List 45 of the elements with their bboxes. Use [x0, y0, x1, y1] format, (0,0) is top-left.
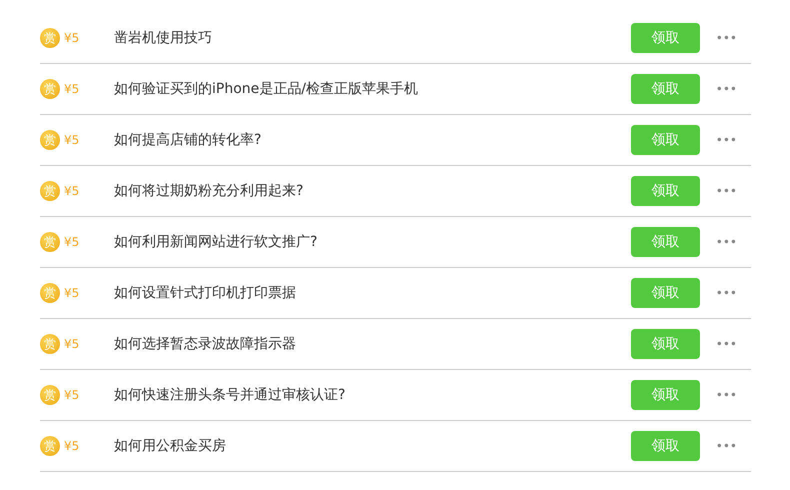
reward-amount: ¥5: [64, 82, 80, 96]
coin-icon: 赏: [40, 28, 60, 48]
claim-button[interactable]: 领取: [630, 227, 700, 257]
task-title[interactable]: 凿岩机使用技巧: [114, 29, 631, 47]
reward-amount: ¥5: [64, 439, 80, 453]
coin-icon: 赏: [40, 130, 60, 150]
claim-button[interactable]: 领取: [630, 74, 700, 104]
more-options[interactable]: •••: [716, 133, 737, 147]
reward-amount: ¥5: [64, 184, 80, 198]
coin-icon: 赏: [40, 334, 60, 354]
reward-amount: ¥5: [64, 388, 80, 402]
coin-icon: 赏: [40, 283, 60, 303]
reward-amount: ¥5: [64, 235, 80, 249]
task-title[interactable]: 如何利用新闻网站进行软文推广?: [114, 233, 631, 251]
more-options[interactable]: •••: [716, 337, 737, 351]
task-title[interactable]: 如何快速注册头条号并通过审核认证?: [114, 386, 631, 404]
claim-button[interactable]: 领取: [630, 23, 700, 53]
more-options[interactable]: •••: [716, 31, 737, 45]
claim-button[interactable]: 领取: [630, 329, 700, 359]
more-options[interactable]: •••: [716, 388, 737, 402]
task-title[interactable]: 如何验证买到的iPhone是正品/检查正版苹果手机: [114, 80, 631, 98]
more-options[interactable]: •••: [716, 286, 737, 300]
task-title[interactable]: 如何将过期奶粉充分利用起来?: [114, 182, 631, 200]
claim-button[interactable]: 领取: [630, 176, 700, 206]
claim-button[interactable]: 领取: [630, 125, 700, 155]
reward-amount: ¥5: [64, 133, 80, 147]
coin-icon: 赏: [40, 385, 60, 405]
claim-button[interactable]: 领取: [630, 380, 700, 410]
task-title[interactable]: 如何选择暂态录波故障指示器: [114, 335, 631, 353]
coin-icon: 赏: [40, 232, 60, 252]
coin-icon: 赏: [40, 436, 60, 456]
reward-amount: ¥5: [64, 337, 80, 351]
reward-amount: ¥5: [64, 286, 80, 300]
coin-icon: 赏: [40, 181, 60, 201]
coin-icon: 赏: [40, 79, 60, 99]
claim-button[interactable]: 领取: [630, 278, 700, 308]
reward-amount: ¥5: [64, 31, 80, 45]
task-title[interactable]: 如何提高店铺的转化率?: [114, 131, 631, 149]
more-options[interactable]: •••: [716, 235, 737, 249]
more-options[interactable]: •••: [716, 82, 737, 96]
more-options[interactable]: •••: [716, 439, 737, 453]
task-title[interactable]: 如何设置针式打印机打印票据: [114, 284, 631, 302]
claim-button[interactable]: 领取: [630, 431, 700, 461]
task-title[interactable]: 如何用公积金买房: [114, 437, 631, 455]
more-options[interactable]: •••: [716, 184, 737, 198]
